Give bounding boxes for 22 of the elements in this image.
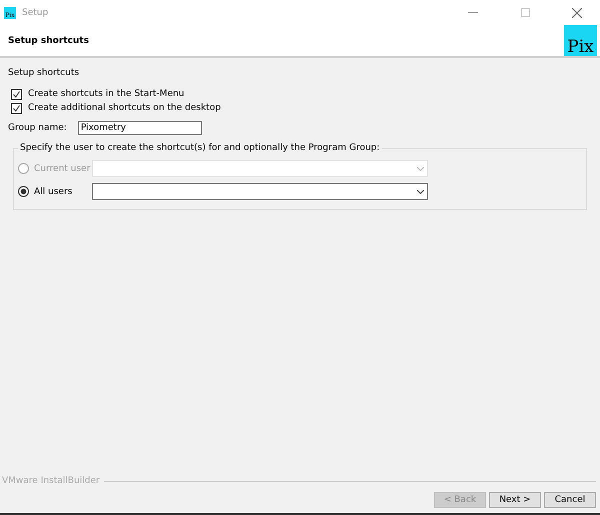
radio-label: All users	[34, 186, 74, 196]
dropdown[interactable]	[92, 183, 428, 200]
brand-label: VMware InstallBuilder	[2, 476, 100, 486]
chevron-icon	[417, 190, 424, 194]
page-title: Setup shortcuts	[8, 36, 89, 46]
wizard-button[interactable]: Cancel	[544, 492, 596, 508]
wizard-button[interactable]: Next >	[489, 492, 541, 508]
group-name-label: Group name:	[8, 123, 67, 133]
product-logo: Pix	[564, 25, 597, 56]
checkbox[interactable]	[11, 102, 22, 114]
group-name-field[interactable]: Pixometry	[78, 121, 202, 135]
chevron-icon	[417, 166, 424, 170]
radio-button[interactable]	[18, 186, 29, 197]
close-icon[interactable]	[572, 8, 582, 18]
section-title: Setup shortcuts	[8, 68, 80, 78]
minimize-icon[interactable]	[468, 12, 478, 14]
checkbox[interactable]	[11, 88, 22, 100]
checkbox-label: Create additional shortcuts on the desktop	[28, 103, 221, 113]
group-legend: Specify the user to create the shortcut(s) for and optionally the Program Group:	[18, 143, 382, 153]
window-title: Setup	[22, 8, 50, 18]
radio-label: Current user	[34, 164, 92, 174]
checkbox-label: Create shortcuts in the Start-Menu	[28, 89, 184, 99]
